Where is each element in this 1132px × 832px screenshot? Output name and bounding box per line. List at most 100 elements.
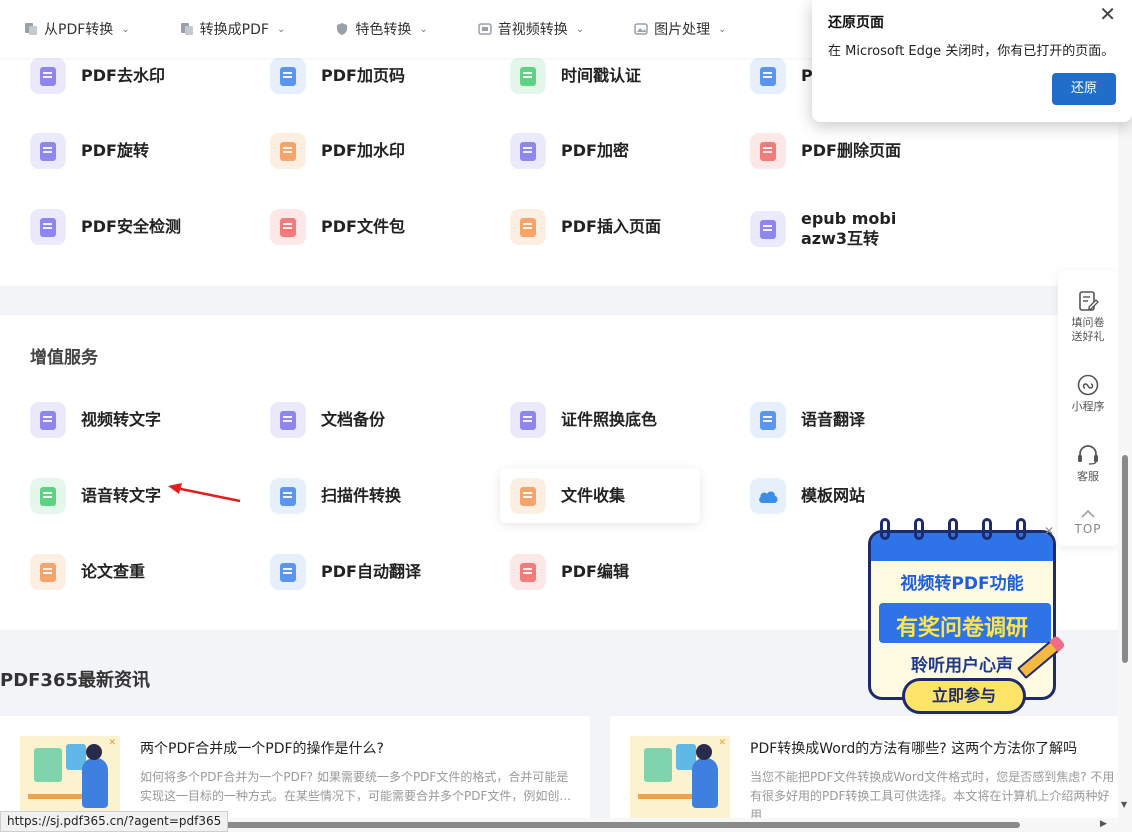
tool-pdf-insert-pages[interactable]: PDF插入页面 <box>510 209 661 245</box>
survey-button[interactable]: 填问卷 送好礼 <box>1058 290 1118 344</box>
delete-page-icon <box>750 133 786 169</box>
restore-button[interactable]: 还原 <box>1052 73 1116 105</box>
search-document-icon <box>30 554 66 590</box>
rotate-icon <box>30 133 66 169</box>
scrollbar-thumb[interactable] <box>180 822 1020 828</box>
video-text-icon <box>30 402 66 438</box>
news-card[interactable]: ✕ PDF转换成Word的方法有哪些? 这两个方法你了解吗 当您不能把PDF文件… <box>610 716 1118 832</box>
tool-label: 时间戳认证 <box>561 66 642 85</box>
close-icon[interactable]: ✕ <box>1099 2 1116 26</box>
customer-service-label: 客服 <box>1077 470 1099 483</box>
tool-pdf-file-package[interactable]: PDF文件包 <box>270 209 405 245</box>
lock-icon <box>510 133 546 169</box>
chevron-down-icon: ⌄ <box>575 23 585 35</box>
tool-speech-to-text[interactable]: 语音转文字 <box>30 478 161 514</box>
tool-label: PDF自动翻译 <box>321 562 421 581</box>
tool-pdf-rotate[interactable]: PDF旋转 <box>30 133 149 169</box>
nav-to-pdf[interactable]: 转换成PDF ⌄ <box>180 19 286 39</box>
tool-document-backup[interactable]: 文档备份 <box>270 402 385 438</box>
nav-special-convert[interactable]: 特色转换 ⌄ <box>335 19 428 39</box>
document-convert-icon <box>180 22 194 36</box>
tool-label: 扫描件转换 <box>321 486 402 505</box>
news-title[interactable]: PDF转换成Word的方法有哪些? 这两个方法你了解吗 <box>750 738 1077 758</box>
tool-scan-convert[interactable]: 扫描件转换 <box>270 478 401 514</box>
folder-icon <box>510 478 546 514</box>
page-number-icon <box>270 58 306 94</box>
vertical-scrollbar[interactable]: ▼ <box>1118 0 1132 818</box>
tool-label: PDF删除页面 <box>801 141 901 160</box>
ebook-icon <box>750 211 786 247</box>
mini-program-button[interactable]: 小程序 <box>1058 374 1118 414</box>
id-photo-icon <box>510 402 546 438</box>
tool-file-collection[interactable]: 文件收集 <box>510 478 625 514</box>
tool-label: 证件照换底色 <box>561 410 658 429</box>
tool-label: PDF去水印 <box>81 66 165 85</box>
tool-label: PDF加密 <box>561 141 629 160</box>
status-bar-url: https://sj.pdf365.cn/?agent=pdf365 <box>0 811 229 832</box>
tool-label: PDF旋转 <box>81 141 149 160</box>
tool-label: PDF安全检测 <box>81 217 181 236</box>
speech-text-icon <box>30 478 66 514</box>
tool-label: 论文查重 <box>81 562 146 581</box>
tool-pdf-edit[interactable]: PDF编辑 <box>510 554 629 590</box>
document-icon <box>750 58 786 94</box>
tool-pdf-delete-pages[interactable]: PDF删除页面 <box>750 133 901 169</box>
tool-template-site[interactable]: 模板网站 <box>750 478 865 514</box>
annotation-arrow-icon <box>168 483 241 503</box>
tool-voice-translate[interactable]: 语音翻译 <box>750 402 865 438</box>
nav-label: 图片处理 <box>654 22 711 38</box>
join-now-button[interactable]: 立即参与 <box>902 678 1026 714</box>
scroll-down-arrow-icon[interactable]: ▼ <box>1121 800 1127 809</box>
headset-icon <box>1078 445 1098 465</box>
popup-message: 在 Microsoft Edge 关闭时，你有已打开的页面。 <box>828 44 1115 59</box>
image-icon <box>634 22 648 36</box>
tool-thesis-check[interactable]: 论文查重 <box>30 554 145 590</box>
tool-timestamp-certification[interactable]: 时间戳认证 <box>510 58 641 94</box>
promo-line2: 有奖问卷调研 <box>895 616 1028 641</box>
nav-label: 特色转换 <box>355 22 412 38</box>
timestamp-icon <box>510 58 546 94</box>
popup-title: 还原页面 <box>828 15 884 31</box>
nav-from-pdf[interactable]: 从PDF转换 ⌄ <box>24 19 130 39</box>
chevron-down-icon: ⌄ <box>718 23 727 35</box>
tool-pdf-auto-translate[interactable]: PDF自动翻译 <box>270 554 421 590</box>
scan-icon <box>270 478 306 514</box>
close-icon[interactable]: ✕ <box>1044 524 1054 538</box>
tool-label: epub mobi azw3互转 <box>801 209 897 248</box>
tool-label: 语音转文字 <box>81 486 162 505</box>
tool-label: P <box>801 66 813 85</box>
tool-pdf-encrypt[interactable]: PDF加密 <box>510 133 629 169</box>
tool-pdf-remove-watermark[interactable]: PDF去水印 <box>30 58 165 94</box>
survey-promo-banner[interactable]: 视频转PDF功能 有奖问卷调研 聆听用户心声 立即参与 ✕ <box>866 518 1062 720</box>
tool-label: PDF编辑 <box>561 562 629 581</box>
news-section-title: PDF365最新资讯 <box>0 670 151 691</box>
remove-watermark-icon <box>30 58 66 94</box>
binder-rings-icon <box>880 518 1040 540</box>
customer-service-button[interactable]: 客服 <box>1058 444 1118 484</box>
tool-video-to-text[interactable]: 视频转文字 <box>30 402 161 438</box>
mini-program-icon <box>1077 374 1099 396</box>
tool-epub-mobi-azw3[interactable]: epub mobi azw3互转 <box>750 209 896 249</box>
backup-icon <box>270 402 306 438</box>
mini-program-label: 小程序 <box>1071 400 1105 413</box>
tool-pdf-add-page-numbers[interactable]: PDF加页码 <box>270 58 405 94</box>
news-title[interactable]: 两个PDF合并成一个PDF的操作是什么? <box>140 738 384 758</box>
nav-image-processing[interactable]: 图片处理 ⌄ <box>634 19 727 39</box>
nav-label: 从PDF转换 <box>44 22 114 38</box>
news-summary: 当您不能把PDF文件转换成Word文件格式时，您是否感到焦虑? 不用 有很多好用… <box>750 770 1115 822</box>
translate-icon <box>270 554 306 590</box>
watermark-icon <box>270 133 306 169</box>
scrollbar-thumb[interactable] <box>1122 455 1128 663</box>
tool-id-photo-background[interactable]: 证件照换底色 <box>510 402 657 438</box>
scroll-right-arrow-icon[interactable]: ▶ <box>1100 819 1107 829</box>
back-to-top-button[interactable]: TOP <box>1058 510 1118 536</box>
tool-pdf-security-check[interactable]: PDF安全检测 <box>30 209 181 245</box>
nav-av-convert[interactable]: 音视频转换 ⌄ <box>477 19 585 39</box>
tool-label: 文件收集 <box>561 486 626 505</box>
tool-pdf-add-watermark[interactable]: PDF加水印 <box>270 133 405 169</box>
chevron-down-icon: ⌄ <box>276 23 286 35</box>
tool-partially-hidden[interactable]: P <box>750 58 813 94</box>
survey-label: 填问卷 送好礼 <box>1071 316 1105 343</box>
tool-label: PDF加水印 <box>321 141 405 160</box>
insert-page-icon <box>510 209 546 245</box>
